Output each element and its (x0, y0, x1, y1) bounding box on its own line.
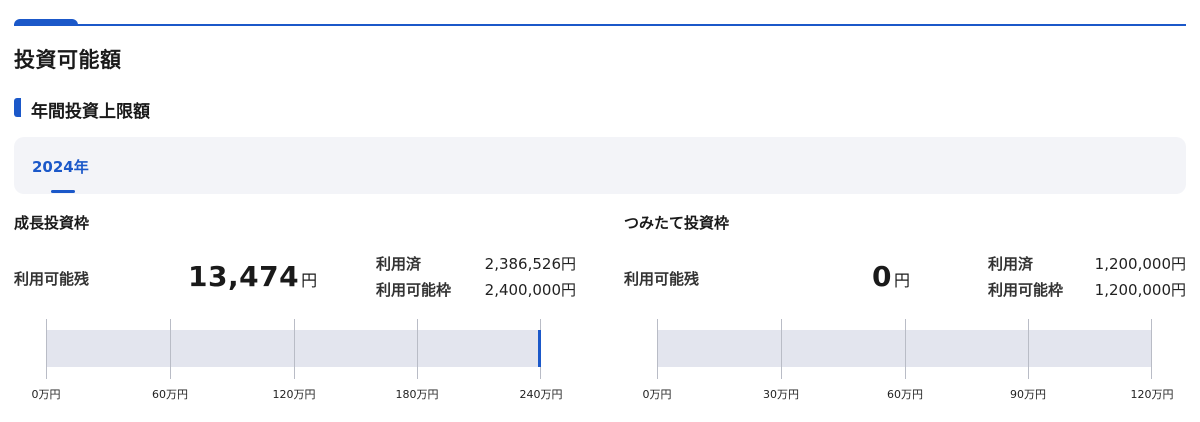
tsumitate-available-label: 利用可能残 (624, 270, 700, 288)
growth-bar-tick-label: 0万円 (31, 388, 61, 401)
tsumitate-bar-tick (781, 319, 782, 379)
growth-available-value: 13,474 (188, 260, 300, 293)
growth-used-label: 利用済 (376, 255, 422, 273)
tsumitate-bar-tick-label: 90万円 (1010, 388, 1046, 401)
tsumitate-bar-tick (1151, 319, 1152, 379)
tsumitate-used-label: 利用済 (988, 255, 1034, 273)
tsumitate-bar-tick (1028, 319, 1029, 379)
tsumitate-section-title: つみたて投資枠 (624, 214, 730, 232)
section-marker-icon (14, 98, 21, 117)
header-rule (14, 24, 1186, 26)
tsumitate-available-amount: 0 円 (872, 260, 910, 293)
tsumitate-bar-tick (657, 319, 658, 379)
growth-bar-tick-label: 60万円 (152, 388, 188, 401)
growth-available-label: 利用可能残 (14, 270, 90, 288)
tab-2024[interactable]: 2024年 (32, 156, 89, 177)
growth-limit-value: 2,400,000円 (484, 281, 576, 299)
growth-bar-tick (417, 319, 418, 379)
growth-used-value: 2,386,526円 (484, 255, 576, 273)
growth-bar-tick-label: 120万円 (272, 388, 316, 401)
growth-bar-tick (294, 319, 295, 379)
tsumitate-available-unit: 円 (893, 271, 910, 290)
tsumitate-available-value: 0 (872, 260, 892, 293)
tsumitate-bar-tick-label: 60万円 (887, 388, 923, 401)
tsumitate-bar-tick-label: 120万円 (1130, 388, 1174, 401)
tsumitate-bar-tick-label: 0万円 (642, 388, 672, 401)
tsumitate-bar-tick (905, 319, 906, 379)
tab-2024-underline (51, 190, 75, 193)
growth-bar-tick-label: 180万円 (395, 388, 439, 401)
growth-bar-used-marker (538, 330, 541, 367)
tsumitate-used-value: 1,200,000円 (1094, 255, 1186, 273)
growth-bar-tick (170, 319, 171, 379)
tsumitate-limit-value: 1,200,000円 (1094, 281, 1186, 299)
subsection-title: 年間投資上限額 (31, 102, 150, 122)
growth-usage-bar: 0万円 60万円 120万円 180万円 240万円 (32, 316, 563, 406)
page-title: 投資可能額 (14, 48, 122, 72)
tsumitate-bar-tick-label: 30万円 (763, 388, 799, 401)
growth-bar-tick-label: 240万円 (519, 388, 563, 401)
growth-available-unit: 円 (301, 271, 318, 290)
growth-bar-tick (46, 319, 47, 379)
tsumitate-usage-bar: 0万円 30万円 60万円 90万円 120万円 (643, 316, 1174, 406)
growth-section-title: 成長投資枠 (14, 214, 90, 232)
year-tab-panel (14, 137, 1186, 194)
growth-available-amount: 13,474 円 (188, 260, 317, 293)
